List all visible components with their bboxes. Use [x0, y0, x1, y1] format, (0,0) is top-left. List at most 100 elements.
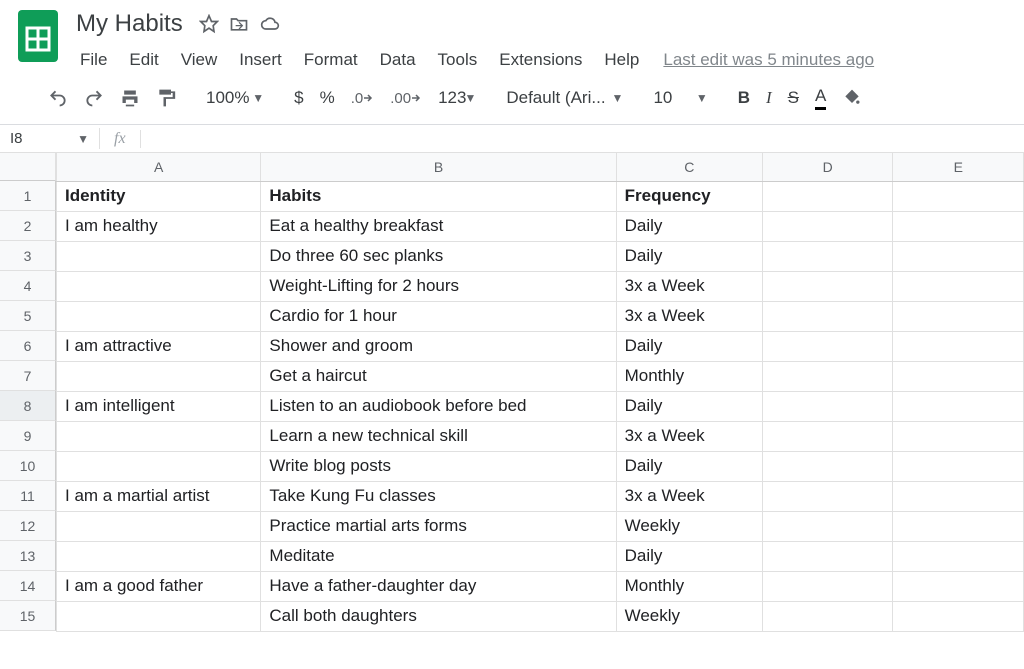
- cell[interactable]: I am intelligent: [57, 391, 261, 421]
- cell[interactable]: Do three 60 sec planks: [261, 241, 616, 271]
- column-header-D[interactable]: D: [762, 153, 893, 181]
- cell[interactable]: 3x a Week: [616, 271, 762, 301]
- cell[interactable]: Learn a new technical skill: [261, 421, 616, 451]
- cell[interactable]: [762, 421, 893, 451]
- cell[interactable]: Listen to an audiobook before bed: [261, 391, 616, 421]
- menu-format[interactable]: Format: [294, 46, 368, 74]
- row-header[interactable]: 5: [0, 301, 56, 331]
- cell[interactable]: [762, 181, 893, 211]
- cell[interactable]: Monthly: [616, 571, 762, 601]
- cell[interactable]: [762, 571, 893, 601]
- row-header[interactable]: 10: [0, 451, 56, 481]
- menu-edit[interactable]: Edit: [119, 46, 168, 74]
- cell[interactable]: [893, 541, 1024, 571]
- cell[interactable]: [893, 451, 1024, 481]
- cell[interactable]: [893, 271, 1024, 301]
- more-formats[interactable]: 123▼: [430, 84, 484, 112]
- italic-button[interactable]: I: [758, 84, 780, 112]
- row-header[interactable]: 11: [0, 481, 56, 511]
- text-color-button[interactable]: A: [807, 82, 834, 114]
- row-header[interactable]: 13: [0, 541, 56, 571]
- column-header-A[interactable]: A: [57, 153, 261, 181]
- fill-color-button[interactable]: [834, 84, 870, 112]
- cell[interactable]: [893, 211, 1024, 241]
- cell[interactable]: [57, 511, 261, 541]
- cell[interactable]: [893, 241, 1024, 271]
- font-family-select[interactable]: Default (Ari...▼: [498, 86, 631, 110]
- cell[interactable]: [893, 571, 1024, 601]
- cell[interactable]: Habits: [261, 181, 616, 211]
- cell[interactable]: [762, 451, 893, 481]
- cell[interactable]: I am attractive: [57, 331, 261, 361]
- cell[interactable]: [893, 481, 1024, 511]
- menu-extensions[interactable]: Extensions: [489, 46, 592, 74]
- menu-view[interactable]: View: [171, 46, 228, 74]
- cell[interactable]: Have a father-daughter day: [261, 571, 616, 601]
- print-icon[interactable]: [112, 84, 148, 112]
- paint-format-icon[interactable]: [148, 84, 184, 112]
- cell[interactable]: [893, 361, 1024, 391]
- cell[interactable]: [893, 601, 1024, 631]
- row-header[interactable]: 12: [0, 511, 56, 541]
- move-icon[interactable]: [229, 14, 249, 34]
- cell[interactable]: Daily: [616, 331, 762, 361]
- cell[interactable]: [893, 511, 1024, 541]
- row-header[interactable]: 8: [0, 391, 56, 421]
- cell[interactable]: Daily: [616, 391, 762, 421]
- menu-file[interactable]: File: [70, 46, 117, 74]
- row-header[interactable]: 9: [0, 421, 56, 451]
- cell[interactable]: Get a haircut: [261, 361, 616, 391]
- redo-icon[interactable]: [76, 84, 112, 112]
- cell[interactable]: [57, 601, 261, 631]
- cell[interactable]: Shower and groom: [261, 331, 616, 361]
- cell[interactable]: Weekly: [616, 601, 762, 631]
- row-header[interactable]: 4: [0, 271, 56, 301]
- cloud-status-icon[interactable]: [259, 14, 281, 34]
- cell[interactable]: [762, 271, 893, 301]
- cell[interactable]: [57, 271, 261, 301]
- row-header[interactable]: 7: [0, 361, 56, 391]
- cell[interactable]: [762, 601, 893, 631]
- cell[interactable]: [57, 301, 261, 331]
- sheets-logo[interactable]: [16, 8, 60, 64]
- row-header[interactable]: 3: [0, 241, 56, 271]
- name-box[interactable]: I8▼: [0, 128, 100, 149]
- column-header-E[interactable]: E: [893, 153, 1024, 181]
- column-header-B[interactable]: B: [261, 153, 616, 181]
- cell[interactable]: Meditate: [261, 541, 616, 571]
- cell[interactable]: Write blog posts: [261, 451, 616, 481]
- cell[interactable]: [57, 421, 261, 451]
- cell[interactable]: 3x a Week: [616, 301, 762, 331]
- cell[interactable]: [762, 241, 893, 271]
- menu-tools[interactable]: Tools: [428, 46, 488, 74]
- cell[interactable]: [762, 331, 893, 361]
- decrease-decimal[interactable]: .0: [343, 86, 383, 111]
- undo-icon[interactable]: [40, 84, 76, 112]
- menu-help[interactable]: Help: [594, 46, 649, 74]
- cell[interactable]: Daily: [616, 241, 762, 271]
- cell[interactable]: Frequency: [616, 181, 762, 211]
- cell[interactable]: [762, 511, 893, 541]
- row-header[interactable]: 1: [0, 181, 56, 211]
- formula-bar[interactable]: [141, 125, 1024, 152]
- cell[interactable]: [57, 241, 261, 271]
- cell[interactable]: Daily: [616, 211, 762, 241]
- cell[interactable]: Daily: [616, 451, 762, 481]
- cell[interactable]: [893, 421, 1024, 451]
- cell[interactable]: [762, 361, 893, 391]
- cell[interactable]: Identity: [57, 181, 261, 211]
- cell[interactable]: I am healthy: [57, 211, 261, 241]
- row-header[interactable]: 14: [0, 571, 56, 601]
- row-header[interactable]: 15: [0, 601, 56, 631]
- cell[interactable]: 3x a Week: [616, 481, 762, 511]
- last-edit-link[interactable]: Last edit was 5 minutes ago: [663, 50, 874, 70]
- cell[interactable]: [762, 481, 893, 511]
- cell[interactable]: [57, 451, 261, 481]
- select-all-corner[interactable]: [0, 153, 56, 181]
- format-currency[interactable]: $: [286, 84, 311, 112]
- cell[interactable]: Daily: [616, 541, 762, 571]
- cell[interactable]: Take Kung Fu classes: [261, 481, 616, 511]
- menu-data[interactable]: Data: [370, 46, 426, 74]
- cell[interactable]: [893, 181, 1024, 211]
- cell[interactable]: [762, 301, 893, 331]
